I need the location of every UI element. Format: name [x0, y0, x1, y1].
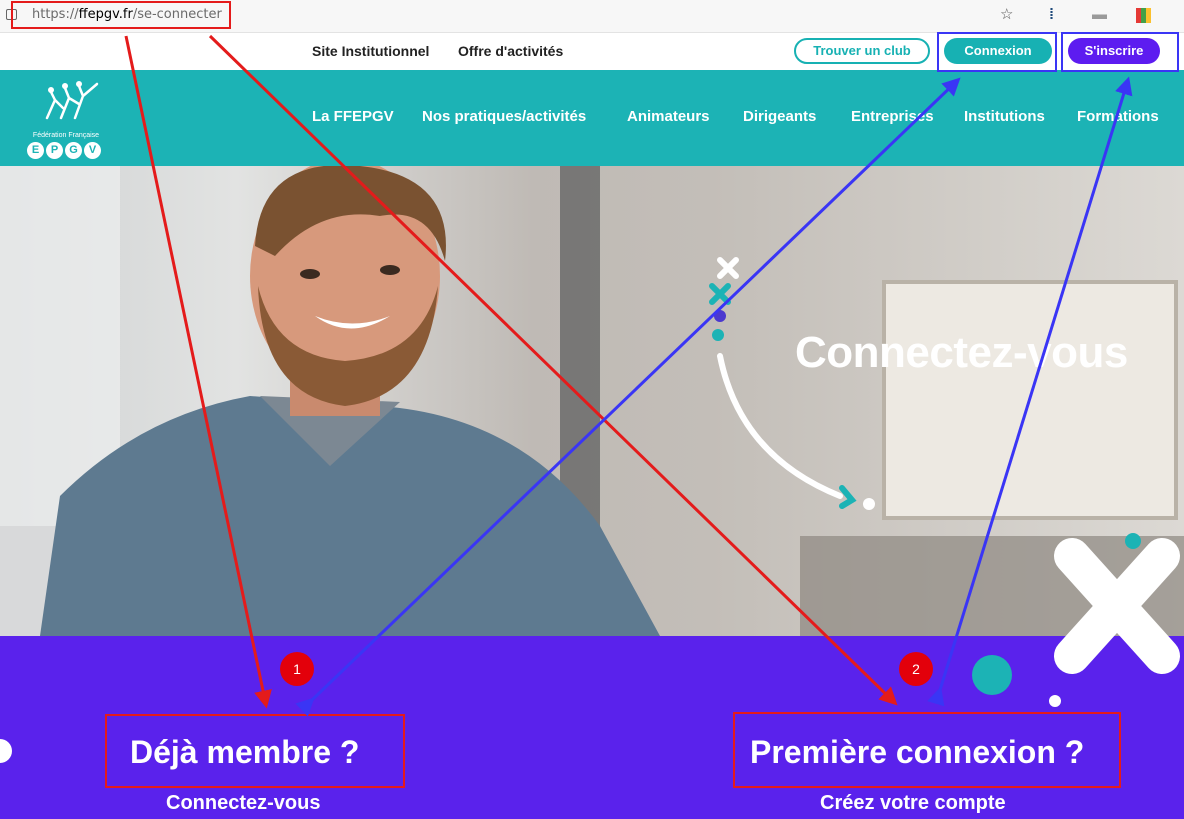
nav-item-dirigeants[interactable]: Dirigeants	[743, 108, 816, 125]
colorful-extension-icon[interactable]	[1136, 8, 1151, 23]
url-field[interactable]: https://ffepgv.fr/se-connecter	[32, 7, 222, 22]
logo-figures-icon	[45, 81, 99, 120]
ffepgv-logo[interactable]: Fédération Française E P G V	[25, 78, 107, 160]
first-login-subtitle[interactable]: Créez votre compte	[820, 792, 1006, 815]
top-link-site-institutionnel[interactable]: Site Institutionnel	[312, 43, 429, 78]
step-badge-1: 1	[280, 652, 314, 686]
already-member-title[interactable]: Déjà membre ?	[130, 734, 359, 771]
nav-item-la-ffepgv[interactable]: La FFEPGV	[312, 108, 394, 125]
nav-item-entreprises[interactable]: Entreprises	[851, 108, 934, 125]
nav-item-institutions[interactable]: Institutions	[964, 108, 1045, 125]
browser-address-bar[interactable]: https://ffepgv.fr/se-connecter ☆ ⁞ ▬	[0, 0, 1184, 33]
signup-button[interactable]: S'inscrire	[1068, 38, 1160, 64]
main-navigation: Fédération Française E P G V La FFEPGV N…	[0, 70, 1184, 166]
logo-letter: E	[27, 142, 44, 159]
logo-letters: E P G V	[27, 142, 101, 159]
already-member-subtitle[interactable]: Connectez-vous	[166, 792, 320, 815]
logo-tagline: Fédération Française	[32, 132, 100, 139]
favorite-add-icon[interactable]: ☆	[1000, 7, 1013, 23]
nav-item-pratiques[interactable]: Nos pratiques/activités	[422, 108, 586, 125]
hero-title: Connectez-vous	[795, 328, 1128, 377]
first-login-title[interactable]: Première connexion ?	[750, 734, 1084, 771]
step-badge-2: 2	[899, 652, 933, 686]
hero-photo	[0, 166, 1184, 636]
logo-letter: V	[84, 142, 101, 159]
find-club-button[interactable]: Trouver un club	[794, 38, 930, 64]
logo-letter: G	[65, 142, 82, 159]
top-link-offre-activites[interactable]: Offre d'activités	[458, 43, 563, 59]
nav-item-animateurs[interactable]: Animateurs	[627, 108, 710, 125]
hero-banner: Connectez-vous	[0, 166, 1184, 636]
login-button[interactable]: Connexion	[944, 38, 1052, 64]
lock-icon	[6, 9, 17, 20]
logo-letter: P	[46, 142, 63, 159]
top-navigation: Site Institutionnel Offre d'activités Tr…	[0, 33, 1184, 78]
extension-icon[interactable]: ⁞	[1049, 7, 1054, 23]
purple-band: 1 2 Déjà membre ? Connectez-vous Premièr…	[0, 636, 1184, 819]
nav-item-formations[interactable]: Formations	[1077, 108, 1159, 125]
folder-icon[interactable]: ▬	[1092, 7, 1107, 23]
